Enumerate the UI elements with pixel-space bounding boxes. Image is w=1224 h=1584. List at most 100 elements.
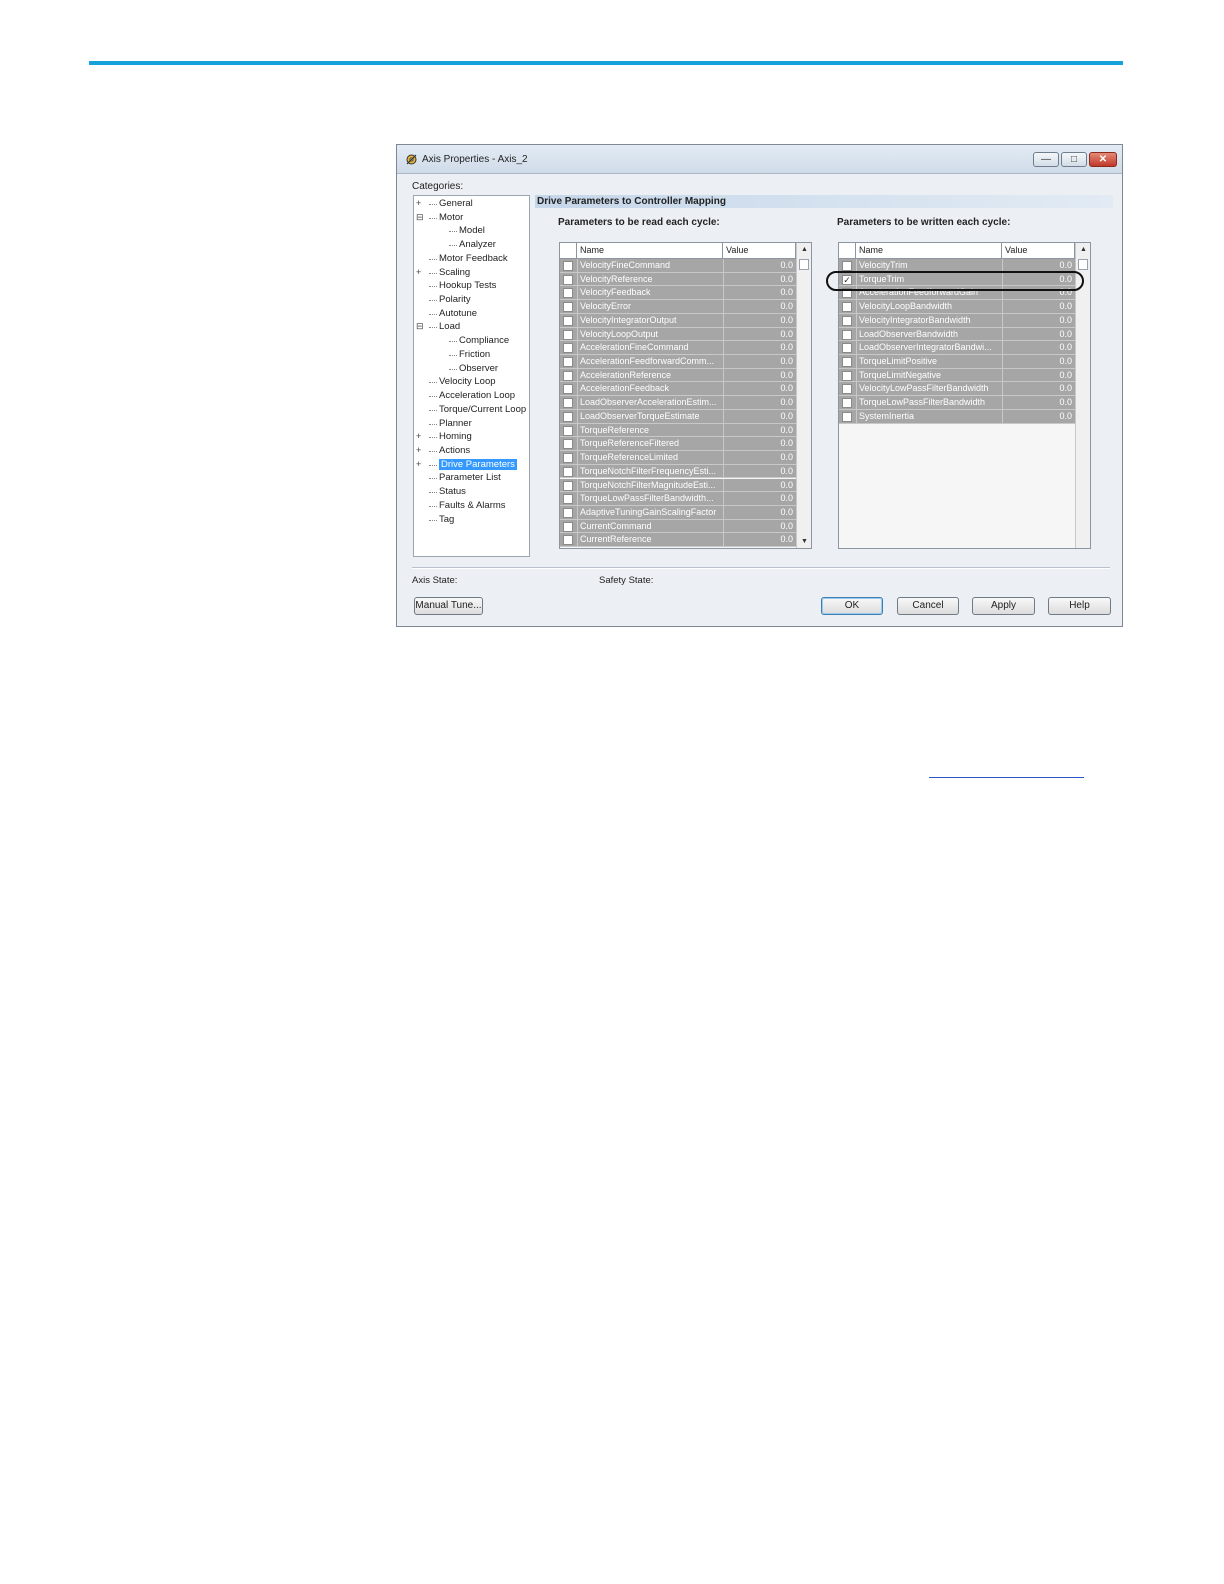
category-model[interactable]: Model: [459, 224, 485, 237]
category-acceleration-loop[interactable]: Acceleration Loop: [439, 389, 515, 402]
vertical-scrollbar[interactable]: ▲ ▼: [796, 243, 811, 548]
param-value[interactable]: 0.0: [725, 437, 793, 450]
expand-icon[interactable]: +: [416, 432, 421, 441]
row-checkbox[interactable]: [563, 398, 573, 409]
scroll-down-icon[interactable]: ▼: [797, 538, 811, 545]
row-checkbox[interactable]: [563, 357, 573, 368]
table-row[interactable]: VelocityReference 0.0: [560, 272, 796, 287]
category-observer[interactable]: Observer: [459, 362, 498, 375]
apply-button[interactable]: Apply: [972, 597, 1035, 615]
row-checkbox[interactable]: [842, 370, 852, 381]
row-checkbox[interactable]: [563, 274, 573, 285]
param-value[interactable]: 0.0: [725, 369, 793, 382]
row-checkbox[interactable]: [563, 480, 573, 491]
help-button[interactable]: Help: [1048, 597, 1111, 615]
param-value[interactable]: 0.0: [725, 396, 793, 409]
hyperlink-underline[interactable]: [929, 777, 1084, 778]
row-checkbox[interactable]: [563, 453, 573, 464]
param-value[interactable]: 0.0: [725, 286, 793, 299]
table-row[interactable]: VelocityLoopBandwidth 0.0: [839, 300, 1075, 314]
row-checkbox[interactable]: [842, 315, 852, 326]
row-checkbox[interactable]: [563, 384, 573, 395]
table-row[interactable]: VelocityLoopOutput 0.0: [560, 327, 796, 342]
scroll-up-icon[interactable]: ▲: [1076, 246, 1090, 253]
param-value[interactable]: 0.0: [725, 533, 793, 546]
select-column-header[interactable]: [560, 243, 577, 258]
row-checkbox[interactable]: [563, 425, 573, 436]
category-homing[interactable]: Homing: [439, 430, 472, 443]
ok-button[interactable]: OK: [821, 597, 883, 615]
param-value[interactable]: 0.0: [1004, 396, 1072, 409]
name-column-header[interactable]: Name: [577, 243, 723, 258]
param-value[interactable]: 0.0: [1004, 382, 1072, 395]
row-checkbox[interactable]: [842, 329, 852, 340]
row-checkbox[interactable]: [563, 302, 573, 313]
table-row[interactable]: SystemInertia 0.0: [839, 409, 1075, 424]
collapse-icon[interactable]: ⊟: [416, 212, 424, 222]
table-row[interactable]: VelocityIntegratorBandwidth 0.0: [839, 313, 1075, 328]
expand-icon[interactable]: +: [416, 267, 421, 277]
row-checkbox[interactable]: [842, 411, 852, 422]
param-value[interactable]: 0.0: [725, 328, 793, 341]
expand-icon[interactable]: +: [416, 445, 421, 455]
row-checkbox[interactable]: [842, 384, 852, 395]
category-compliance[interactable]: Compliance: [459, 334, 509, 347]
table-row[interactable]: CurrentReference 0.0: [560, 533, 796, 548]
table-row[interactable]: LoadObserverAccelerationEstim... 0.0: [560, 396, 796, 410]
row-checkbox[interactable]: [563, 535, 573, 546]
table-row[interactable]: AdaptiveTuningGainScalingFactor 0.0: [560, 505, 796, 520]
param-value[interactable]: 0.0: [725, 424, 793, 437]
categories-tree[interactable]: + General ⊟ Motor Model Analyzer Motor Feedbac…: [413, 195, 530, 557]
category-analyzer[interactable]: Analyzer: [459, 238, 496, 251]
category-friction[interactable]: Friction: [459, 348, 490, 361]
table-row[interactable]: TorqueLimitPositive 0.0: [839, 355, 1075, 369]
category-scaling[interactable]: Scaling: [439, 266, 470, 279]
param-value[interactable]: 0.0: [1004, 341, 1072, 354]
param-value[interactable]: 0.0: [725, 506, 793, 519]
table-row[interactable]: VelocityIntegratorOutput 0.0: [560, 313, 796, 328]
table-row[interactable]: CurrentCommand 0.0: [560, 519, 796, 534]
table-row[interactable]: TorqueReference 0.0: [560, 423, 796, 438]
param-value[interactable]: 0.0: [725, 410, 793, 423]
table-row[interactable]: VelocityFineCommand 0.0: [560, 259, 796, 273]
category-motor-feedback[interactable]: Motor Feedback: [439, 252, 508, 265]
param-value[interactable]: 0.0: [1004, 369, 1072, 382]
table-row[interactable]: AccelerationReference 0.0: [560, 368, 796, 383]
row-checkbox[interactable]: [563, 411, 573, 422]
row-checkbox[interactable]: [563, 370, 573, 381]
row-checkbox[interactable]: [842, 343, 852, 354]
param-value[interactable]: 0.0: [725, 341, 793, 354]
name-column-header[interactable]: Name: [856, 243, 1002, 258]
category-torque-current-loop[interactable]: Torque/Current Loop: [439, 403, 526, 416]
param-value[interactable]: 0.0: [725, 314, 793, 327]
category-velocity-loop[interactable]: Velocity Loop: [439, 375, 496, 388]
category-autotune[interactable]: Autotune: [439, 307, 477, 320]
category-load[interactable]: Load: [439, 320, 460, 333]
row-checkbox[interactable]: [842, 357, 852, 368]
table-row[interactable]: TorqueLimitNegative 0.0: [839, 368, 1075, 383]
table-row[interactable]: TorqueReferenceFiltered 0.0: [560, 437, 796, 452]
table-row[interactable]: TorqueLowPassFilterBandwidth... 0.0: [560, 492, 796, 506]
scroll-up-icon[interactable]: ▲: [797, 246, 811, 253]
table-row[interactable]: TorqueNotchFilterMagnitudeEsti... 0.0: [560, 478, 796, 493]
table-row[interactable]: LoadObserverBandwidth 0.0: [839, 327, 1075, 342]
param-value[interactable]: 0.0: [1004, 328, 1072, 341]
row-checkbox[interactable]: [842, 302, 852, 313]
table-row[interactable]: VelocityError 0.0: [560, 300, 796, 314]
manual-tune-button[interactable]: Manual Tune...: [414, 597, 483, 615]
expand-icon[interactable]: +: [416, 459, 421, 469]
title-bar[interactable]: Axis Properties - Axis_2 — □ ✕: [397, 145, 1122, 174]
row-checkbox[interactable]: [563, 261, 573, 271]
row-checkbox[interactable]: [842, 261, 852, 271]
table-row[interactable]: TorqueNotchFilterFrequencyEsti... 0.0: [560, 464, 796, 479]
scroll-thumb[interactable]: [1078, 259, 1088, 270]
value-column-header[interactable]: Value: [1002, 243, 1075, 258]
param-value[interactable]: 0.0: [725, 273, 793, 286]
param-value[interactable]: 0.0: [725, 355, 793, 368]
param-value[interactable]: 0.0: [1004, 300, 1072, 313]
category-hookup-tests[interactable]: Hookup Tests: [439, 279, 496, 292]
param-value[interactable]: 0.0: [725, 465, 793, 478]
param-value[interactable]: 0.0: [725, 479, 793, 492]
close-button[interactable]: ✕: [1089, 152, 1117, 167]
cancel-button[interactable]: Cancel: [897, 597, 959, 615]
